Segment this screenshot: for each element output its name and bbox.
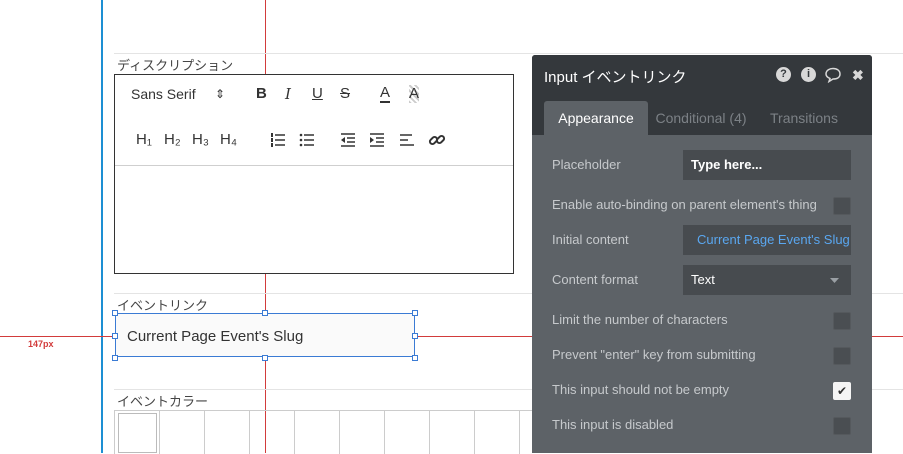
- vertical-guide-blue: [101, 0, 103, 453]
- tab-transitions[interactable]: Transitions: [764, 101, 844, 135]
- input-value: Current Page Event's Slug: [127, 328, 304, 345]
- property-editor-panel: Input イベントリンク ? i ✖ Appearance Condition…: [532, 55, 872, 453]
- resize-handle[interactable]: [112, 310, 118, 316]
- prevent-enter-checkbox[interactable]: [833, 347, 851, 365]
- resize-handle[interactable]: [112, 355, 118, 361]
- group-border: [114, 53, 903, 54]
- disabled-checkbox[interactable]: [833, 417, 851, 435]
- help-icon[interactable]: ?: [776, 67, 791, 82]
- placeholder-label: Placeholder: [552, 157, 621, 172]
- resize-handle[interactable]: [412, 310, 418, 316]
- rich-text-editor[interactable]: Sans Serif ⇕ B I U S A A H₁ H₂ H₃ H₄: [114, 74, 514, 274]
- not-empty-label: This input should not be empty: [552, 382, 730, 397]
- editor-content-area[interactable]: [115, 166, 513, 273]
- resize-handle[interactable]: [412, 333, 418, 339]
- limit-chars-checkbox[interactable]: [833, 312, 851, 330]
- info-icon[interactable]: i: [801, 67, 816, 82]
- underline-button[interactable]: U: [312, 85, 323, 103]
- outdent-icon[interactable]: [340, 132, 356, 148]
- close-icon[interactable]: ✖: [852, 67, 864, 84]
- panel-body: Placeholder Type here... Enable auto-bin…: [532, 135, 872, 453]
- prevent-enter-label: Prevent "enter" key from submitting: [552, 347, 756, 362]
- content-format-dropdown[interactable]: Text: [683, 265, 851, 295]
- grid-cell[interactable]: [205, 411, 250, 454]
- guide-offset-label: 147px: [28, 339, 54, 349]
- content-format-label: Content format: [552, 272, 638, 287]
- resize-handle[interactable]: [262, 310, 268, 316]
- align-left-icon[interactable]: [399, 132, 415, 148]
- checkmark-icon: ✔: [836, 384, 848, 398]
- color-swatch[interactable]: [118, 413, 157, 453]
- heading2-button[interactable]: H₂: [164, 131, 181, 149]
- ordered-list-icon[interactable]: [270, 132, 286, 148]
- limit-chars-label: Limit the number of characters: [552, 312, 728, 327]
- link-icon[interactable]: [428, 131, 446, 149]
- event-link-input[interactable]: Current Page Event's Slug: [115, 313, 415, 357]
- comment-icon[interactable]: [824, 67, 842, 83]
- panel-tabs: Appearance Conditional (4) Transitions: [532, 95, 872, 135]
- content-format-value: Text: [691, 272, 715, 287]
- panel-header[interactable]: Input イベントリンク ? i ✖: [532, 55, 872, 95]
- color-grid: [114, 410, 533, 454]
- tab-conditional[interactable]: Conditional (4): [654, 101, 748, 135]
- text-color-button[interactable]: A: [380, 85, 391, 103]
- font-select-arrows-icon[interactable]: ⇕: [215, 85, 225, 103]
- heading4-button[interactable]: H₄: [220, 131, 237, 149]
- disabled-label: This input is disabled: [552, 417, 674, 432]
- not-empty-checkbox[interactable]: ✔: [833, 382, 851, 400]
- resize-handle[interactable]: [412, 355, 418, 361]
- grid-cell[interactable]: [340, 411, 385, 454]
- initial-content-label: Initial content: [552, 232, 629, 247]
- heading1-button[interactable]: H₁: [136, 131, 152, 149]
- auto-binding-label: Enable auto-binding on parent element's …: [552, 197, 817, 212]
- background-color-button[interactable]: A: [409, 85, 420, 103]
- bold-button[interactable]: B: [256, 85, 267, 103]
- resize-handle[interactable]: [262, 355, 268, 361]
- grid-cell[interactable]: [430, 411, 475, 454]
- event-color-group-label: イベントカラー: [117, 395, 209, 410]
- grid-cell[interactable]: [475, 411, 520, 454]
- grid-cell[interactable]: [385, 411, 430, 454]
- indent-icon[interactable]: [369, 132, 385, 148]
- auto-binding-checkbox[interactable]: [833, 197, 851, 215]
- tab-appearance[interactable]: Appearance: [544, 101, 648, 135]
- bullet-list-icon[interactable]: [299, 132, 315, 148]
- grid-cell[interactable]: [295, 411, 340, 454]
- initial-content-field[interactable]: Current Page Event's Slug: [683, 225, 851, 255]
- event-link-group-label: イベントリンク: [117, 299, 209, 314]
- description-group-label: ディスクリプション: [117, 59, 234, 74]
- heading3-button[interactable]: H₃: [192, 131, 209, 149]
- placeholder-field[interactable]: Type here...: [683, 150, 851, 180]
- font-family-select[interactable]: Sans Serif: [131, 85, 196, 103]
- strike-button[interactable]: S: [340, 85, 350, 103]
- grid-cell[interactable]: [250, 411, 295, 454]
- grid-cell[interactable]: [160, 411, 205, 454]
- panel-title: Input イベントリンク: [544, 69, 687, 86]
- resize-handle[interactable]: [112, 333, 118, 339]
- chevron-down-icon: [830, 278, 839, 283]
- italic-button[interactable]: I: [285, 85, 291, 103]
